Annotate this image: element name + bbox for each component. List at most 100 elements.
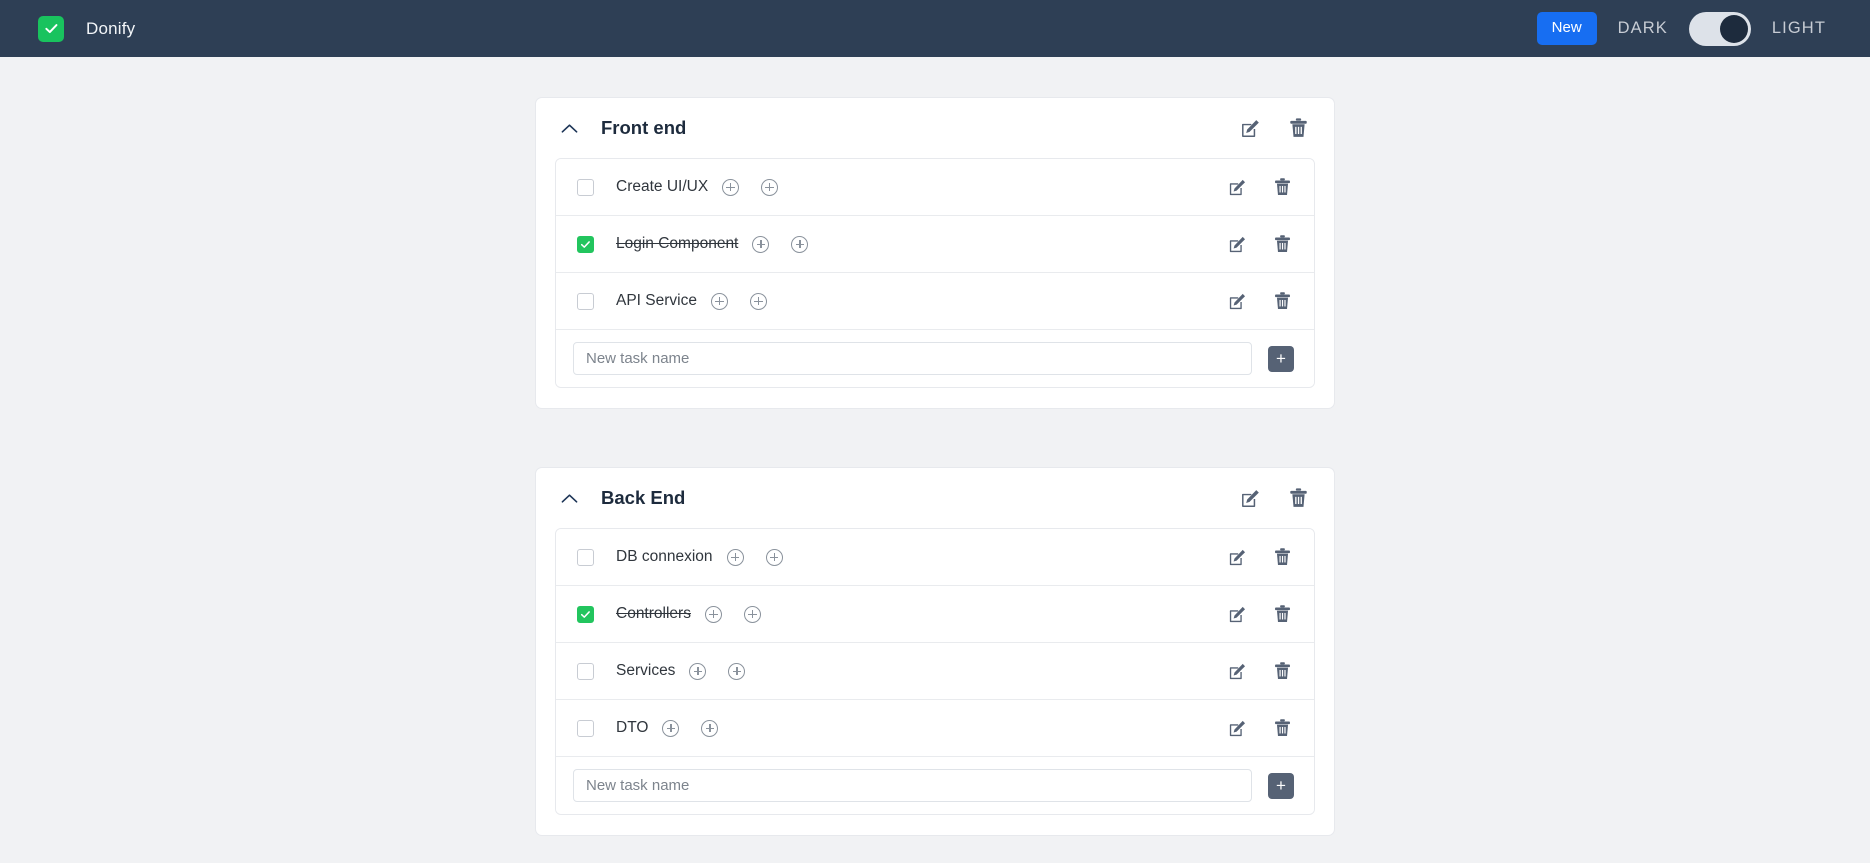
- task-name: Controllers: [616, 605, 691, 622]
- task-name: DTO: [616, 719, 649, 736]
- trash-icon: [1275, 719, 1290, 736]
- card-header-actions: [1240, 487, 1309, 509]
- delete-task-button[interactable]: [1273, 604, 1292, 624]
- edit-task-button[interactable]: [1228, 178, 1247, 197]
- light-label: LIGHT: [1771, 19, 1826, 37]
- chevron-up-icon[interactable]: [556, 493, 582, 504]
- row-actions: [1228, 177, 1292, 197]
- edit-pencil-square-icon: [1229, 236, 1246, 252]
- plus-circle-icon[interactable]: [761, 178, 779, 196]
- edit-task-button[interactable]: [1228, 548, 1247, 567]
- edit-task-button[interactable]: [1228, 662, 1247, 681]
- task-list: Create UI/UX Login Component API Service…: [555, 158, 1315, 388]
- edit-task-button[interactable]: [1228, 292, 1247, 311]
- task-list: DB connexion Controllers Services DTO Ne…: [555, 528, 1315, 815]
- task-name: DB connexion: [616, 548, 713, 565]
- table-row: API Service: [556, 273, 1314, 330]
- plus-circle-icon[interactable]: [704, 605, 722, 623]
- task-checkbox[interactable]: [577, 605, 594, 623]
- task-checkbox[interactable]: [577, 719, 594, 737]
- chevron-up-icon[interactable]: [556, 123, 582, 134]
- task-checkbox[interactable]: [577, 662, 594, 680]
- plus-circle-icon[interactable]: [710, 292, 728, 310]
- row-actions: [1228, 547, 1292, 567]
- plus-circle-icon[interactable]: [662, 719, 680, 737]
- edit-card-button[interactable]: [1240, 488, 1261, 509]
- new-task-row: +: [556, 757, 1314, 814]
- task-checkbox[interactable]: [577, 178, 594, 196]
- edit-card-button[interactable]: [1240, 118, 1261, 139]
- new-task-input[interactable]: [573, 769, 1252, 802]
- delete-task-button[interactable]: [1273, 177, 1292, 197]
- delete-task-button[interactable]: [1273, 718, 1292, 738]
- new-task-row: +: [556, 330, 1314, 387]
- delete-task-button[interactable]: [1273, 661, 1292, 681]
- edit-pencil-square-icon: [1229, 606, 1246, 622]
- plus-circle-icon[interactable]: [689, 662, 707, 680]
- row-actions: [1228, 291, 1292, 311]
- add-task-button[interactable]: +: [1268, 772, 1294, 799]
- theme-toggle-knob: [1719, 14, 1748, 43]
- table-row: Create UI/UX: [556, 159, 1314, 216]
- table-row: Login Component: [556, 216, 1314, 273]
- plus-circle-icon[interactable]: [743, 605, 761, 623]
- plus-circle-icon[interactable]: [701, 719, 719, 737]
- edit-pencil-square-icon: [1229, 663, 1246, 679]
- delete-task-button[interactable]: [1273, 291, 1292, 311]
- brand: Donify: [38, 15, 136, 42]
- delete-card-button[interactable]: [1288, 487, 1309, 509]
- task-name: API Service: [616, 292, 697, 309]
- plus-circle-icon[interactable]: [791, 235, 809, 253]
- plus-circle-icon[interactable]: [749, 292, 767, 310]
- new-button[interactable]: New: [1536, 12, 1597, 45]
- table-row: DB connexion: [556, 529, 1314, 586]
- brand-name: Donify: [86, 18, 136, 38]
- edit-pencil-square-icon: [1229, 720, 1246, 736]
- table-row: DTO: [556, 700, 1314, 757]
- plus-circle-icon[interactable]: [726, 548, 744, 566]
- trash-icon: [1275, 178, 1290, 195]
- edit-pencil-square-icon: [1229, 179, 1246, 195]
- edit-pencil-square-icon: [1242, 119, 1259, 137]
- new-task-input[interactable]: [573, 342, 1252, 375]
- task-name: Create UI/UX: [616, 178, 709, 195]
- row-actions: [1228, 661, 1292, 681]
- trash-icon: [1275, 235, 1290, 252]
- card-header: Front end: [536, 98, 1334, 158]
- trash-icon: [1275, 548, 1290, 565]
- trash-icon: [1290, 118, 1307, 137]
- top-navbar: Donify New DARK LIGHT: [0, 0, 1870, 57]
- edit-pencil-square-icon: [1229, 549, 1246, 565]
- trash-icon: [1275, 605, 1290, 622]
- delete-task-button[interactable]: [1273, 547, 1292, 567]
- edit-task-button[interactable]: [1228, 605, 1247, 624]
- card-header-actions: [1240, 117, 1309, 139]
- plus-circle-icon[interactable]: [728, 662, 746, 680]
- row-actions: [1228, 718, 1292, 738]
- check-square-icon: [38, 15, 64, 42]
- plus-circle-icon[interactable]: [752, 235, 770, 253]
- trash-icon: [1290, 488, 1307, 507]
- task-checkbox[interactable]: [577, 548, 594, 566]
- navbar-right-controls: New DARK LIGHT: [1536, 11, 1826, 46]
- task-checkbox[interactable]: [577, 235, 594, 253]
- delete-card-button[interactable]: [1288, 117, 1309, 139]
- task-name: Login Component: [616, 235, 739, 252]
- delete-task-button[interactable]: [1273, 234, 1292, 254]
- row-actions: [1228, 234, 1292, 254]
- edit-task-button[interactable]: [1228, 235, 1247, 254]
- card-header: Back End: [536, 468, 1334, 528]
- edit-task-button[interactable]: [1228, 719, 1247, 738]
- page-body: Front end Create UI/UX Login Component A…: [0, 57, 1870, 863]
- theme-toggle-switch[interactable]: [1688, 11, 1751, 46]
- row-actions: [1228, 604, 1292, 624]
- add-task-button[interactable]: +: [1268, 345, 1294, 372]
- plus-circle-icon[interactable]: [722, 178, 740, 196]
- task-card: Back End DB connexion Controllers Servic…: [535, 467, 1335, 836]
- card-title: Front end: [601, 117, 687, 138]
- plus-circle-icon[interactable]: [765, 548, 783, 566]
- task-checkbox[interactable]: [577, 292, 594, 310]
- edit-pencil-square-icon: [1242, 489, 1259, 507]
- card-title: Back End: [601, 487, 686, 508]
- trash-icon: [1275, 662, 1290, 679]
